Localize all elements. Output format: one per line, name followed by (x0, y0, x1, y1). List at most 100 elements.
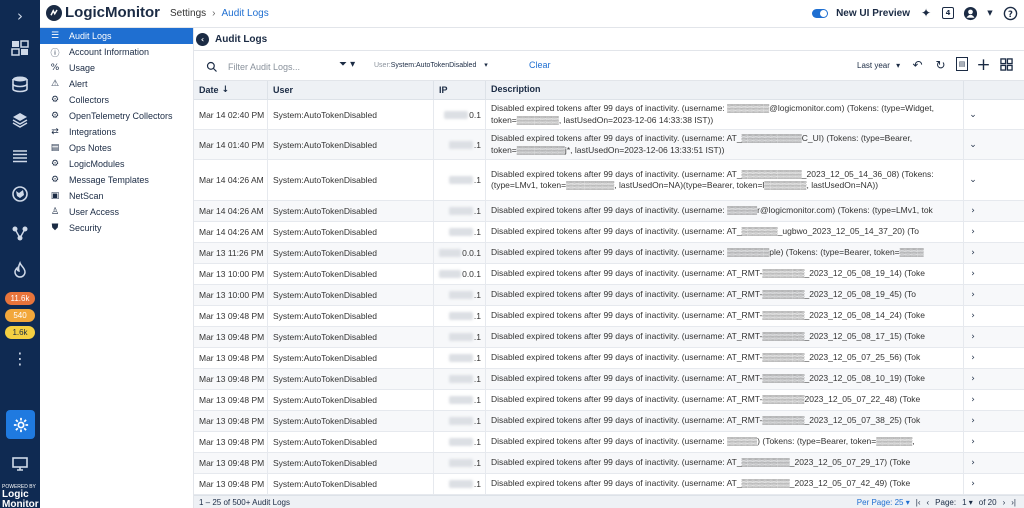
expand-chevron-icon[interactable]: › (964, 390, 982, 410)
sidebar-item-message-templates[interactable]: ⚙ Message Templates (40, 172, 193, 188)
warning-alerts-badge[interactable]: 1.6k (5, 326, 35, 339)
table-row[interactable]: Mar 13 09:48 PM System:AutoTokenDisabled.… (194, 348, 1024, 369)
filter-funnel-icon[interactable]: ⏷ ▾ (339, 59, 355, 70)
layers-icon[interactable] (8, 108, 32, 132)
clear-filters-link[interactable]: Clear (529, 60, 551, 70)
breadcrumb-current[interactable]: Audit Logs (221, 8, 268, 19)
ip-header-label: IP (439, 85, 448, 95)
expand-chevron-icon[interactable]: › (964, 264, 982, 284)
collapse-chevron-icon[interactable]: ⌄ (964, 130, 982, 159)
undo-icon[interactable]: ↶ (910, 57, 925, 72)
cell-user: System:AutoTokenDisabled (268, 432, 434, 452)
prev-page-icon[interactable]: ‹ (927, 498, 930, 507)
next-page-icon[interactable]: › (1003, 498, 1006, 507)
logs-icon[interactable] (8, 145, 32, 169)
time-range-select[interactable]: Last year ▾ (857, 61, 900, 70)
expand-chevron-icon[interactable]: › (964, 285, 982, 305)
top-right-controls: New UI Preview ✦ 4 ▼ ? (812, 5, 1018, 21)
refresh-icon[interactable]: ↻ (933, 57, 948, 72)
monitor-icon[interactable] (8, 452, 32, 476)
csv-export-icon[interactable]: ▤ (956, 57, 968, 71)
filter-chip-dropdown-icon[interactable]: ▾ (484, 62, 488, 69)
expand-chevron-icon[interactable]: › (964, 411, 982, 431)
table-row[interactable]: Mar 13 09:48 PM System:AutoTokenDisabled.… (194, 390, 1024, 411)
topology-icon[interactable] (8, 221, 32, 245)
column-header-description[interactable]: Description (486, 81, 964, 99)
sidebar-item-account-information[interactable]: ⓘ Account Information (40, 44, 193, 60)
collapse-chevron-icon[interactable]: ⌄ (964, 160, 982, 200)
table-row[interactable]: Mar 13 09:48 PM System:AutoTokenDisabled.… (194, 453, 1024, 474)
column-settings-icon[interactable] (999, 57, 1014, 72)
more-icon[interactable]: ⋮ (8, 347, 32, 371)
sidebar-item-security[interactable]: ⛊ Security (40, 220, 193, 236)
table-row[interactable]: Mar 13 09:48 PM System:AutoTokenDisabled.… (194, 369, 1024, 390)
first-page-icon[interactable]: |‹ (916, 498, 921, 507)
column-header-user[interactable]: User (268, 81, 434, 99)
table-row[interactable]: Mar 14 04:26 AM System:AutoTokenDisabled.… (194, 201, 1024, 222)
new-ui-toggle[interactable] (812, 8, 829, 18)
alerts-flame-icon[interactable] (8, 258, 32, 282)
help-icon[interactable]: ? (1002, 5, 1018, 21)
add-icon[interactable]: + (976, 55, 991, 75)
page-number-input[interactable]: 1 ▾ (962, 498, 973, 507)
sidebar-item-netscan[interactable]: ▣ NetScan (40, 188, 193, 204)
user-avatar-icon[interactable] (962, 5, 978, 21)
expand-chevron-icon[interactable]: › (964, 432, 982, 452)
cell-ip-text: .1 (473, 139, 481, 150)
critical-alerts-badge[interactable]: 11.6k (5, 292, 35, 305)
sidebar-item-ops-notes[interactable]: ▤ Ops Notes (40, 140, 193, 156)
expand-chevron-icon[interactable]: › (964, 453, 982, 473)
notifications-icon[interactable]: 4 (942, 7, 954, 19)
table-row[interactable]: Mar 13 09:48 PM System:AutoTokenDisabled.… (194, 411, 1024, 432)
breadcrumb-settings[interactable]: Settings (170, 8, 206, 19)
expand-chevron-icon[interactable]: › (964, 306, 982, 326)
cell-user-text: System:AutoTokenDisabled (273, 269, 377, 279)
expand-chevron-icon[interactable]: › (964, 348, 982, 368)
table-row[interactable]: Mar 13 09:48 PM System:AutoTokenDisabled.… (194, 327, 1024, 348)
last-page-icon[interactable]: ›| (1011, 498, 1016, 507)
error-alerts-badge[interactable]: 540 (5, 309, 35, 322)
expand-chevron-icon[interactable]: › (964, 222, 982, 242)
table-row[interactable]: Mar 14 04:26 AM System:AutoTokenDisabled.… (194, 222, 1024, 243)
user-access-icon: ♙ (50, 207, 60, 217)
table-row[interactable]: Mar 14 02:40 PM System:AutoTokenDisabled 0… (194, 100, 1024, 130)
expand-chevron-icon[interactable]: › (964, 327, 982, 347)
sidebar-item-logicmodules[interactable]: ⚙ LogicModules (40, 156, 193, 172)
collapse-chevron-icon[interactable]: ⌄ (964, 100, 982, 129)
sidebar-item-alert[interactable]: ⚠ Alert (40, 76, 193, 92)
settings-gear-icon[interactable] (6, 410, 35, 439)
sidebar-item-user-access[interactable]: ♙ User Access (40, 204, 193, 220)
filter-chip[interactable]: User:System:AutoTokenDisabled ▾ (374, 61, 488, 69)
websites-icon[interactable] (8, 182, 32, 206)
sidebar-item-usage[interactable]: % Usage (40, 60, 193, 76)
table-row[interactable]: Mar 14 01:40 PM System:AutoTokenDisabled.… (194, 130, 1024, 160)
user-header-label: User (273, 85, 294, 95)
sidebar-item-opentelemetry-collectors[interactable]: ⚙ OpenTelemetry Collectors (40, 108, 193, 124)
resources-icon[interactable] (8, 72, 32, 96)
user-menu-chevron-icon[interactable]: ▼ (986, 5, 994, 21)
sparkle-ai-icon[interactable]: ✦ (918, 5, 934, 21)
back-arrow-icon[interactable]: ‹ (196, 32, 209, 46)
table-row[interactable]: Mar 13 09:48 PM System:AutoTokenDisabled.… (194, 432, 1024, 453)
per-page-select[interactable]: Per Page: 25 ▾ (857, 498, 910, 507)
sidebar-item-collectors[interactable]: ⚙ Collectors (40, 92, 193, 108)
expand-chevron-icon[interactable]: › (964, 474, 982, 494)
dashboards-icon[interactable] (8, 36, 32, 60)
column-header-date[interactable]: Date ↓ (194, 81, 268, 99)
sidebar-item-integrations[interactable]: ⇄ Integrations (40, 124, 193, 140)
table-row[interactable]: Mar 13 09:48 PM System:AutoTokenDisabled.… (194, 306, 1024, 327)
table-row[interactable]: Mar 14 04:26 AM System:AutoTokenDisabled.… (194, 160, 1024, 201)
column-header-ip[interactable]: IP (434, 81, 486, 99)
table-row[interactable]: Mar 13 09:48 PM System:AutoTokenDisabled.… (194, 474, 1024, 495)
table-row[interactable]: Mar 13 10:00 PM System:AutoTokenDisabled.… (194, 285, 1024, 306)
filter-input[interactable] (228, 62, 328, 72)
expand-nav-icon[interactable]: › (8, 4, 32, 28)
expand-chevron-icon[interactable]: › (964, 243, 982, 263)
logicmonitor-logo[interactable]: LogicMonitor (46, 4, 160, 21)
sidebar-item-audit-logs[interactable]: ☰ Audit Logs (40, 28, 193, 44)
table-row[interactable]: Mar 13 10:00 PM System:AutoTokenDisabled 0… (194, 264, 1024, 285)
expand-chevron-icon[interactable]: › (964, 201, 982, 221)
expand-chevron-icon[interactable]: › (964, 369, 982, 389)
sort-desc-icon[interactable]: ↓ (222, 85, 230, 95)
table-row[interactable]: Mar 13 11:26 PM System:AutoTokenDisabled 0… (194, 243, 1024, 264)
